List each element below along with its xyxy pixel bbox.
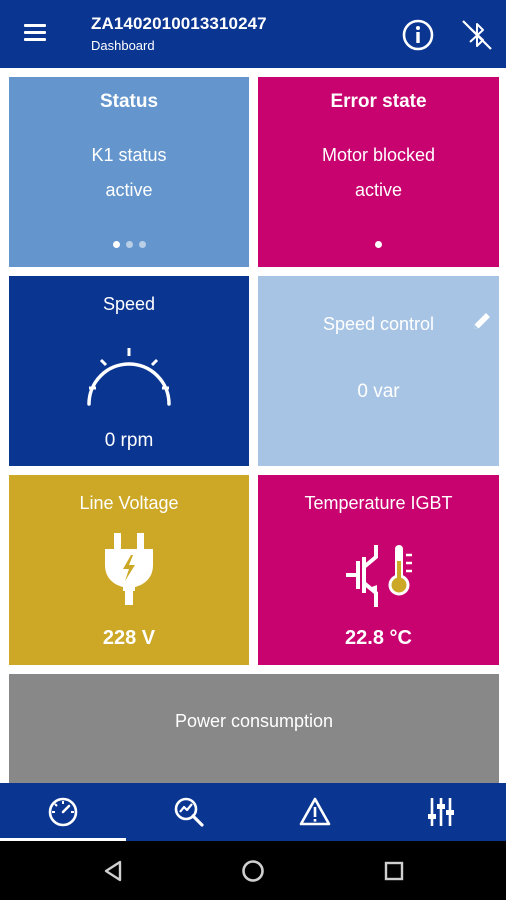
line-voltage-tile[interactable]: Line Voltage 228 V [9,475,249,665]
recents-icon [384,861,404,881]
power-plug-icon [105,533,153,605]
info-icon [402,19,434,51]
title-block: ZA1402010013310247 Dashboard [91,14,267,53]
sliders-icon [428,798,454,826]
nav-analysis[interactable] [126,783,252,841]
recents-button[interactable] [380,857,408,885]
back-button[interactable] [100,857,128,885]
back-icon [104,860,122,882]
power-consumption-title: Power consumption [174,711,334,731]
temperature-igbt-tile[interactable]: Temperature IGBT 22.8 °C [258,475,499,665]
temperature-title: Temperature IGBT [304,493,453,513]
gauge-icon [48,797,78,827]
info-button[interactable] [401,18,435,52]
status-tile[interactable]: Status K1 status active [9,77,249,267]
speed-tile[interactable]: Speed 0 rpm [9,276,249,466]
bluetooth-button[interactable] [458,16,496,54]
power-consumption-tile[interactable]: Power consumption [9,674,499,783]
status-title: Status [99,91,159,112]
speed-control-value: 0 var [357,381,400,402]
status-item-name: K1 status [91,145,167,165]
home-button[interactable] [239,857,267,885]
search-chart-icon [174,797,204,827]
nav-dashboard[interactable] [0,783,126,841]
line-voltage-value: 228 V [102,627,156,649]
speed-control-title: Speed control [322,314,435,334]
error-state-tile[interactable]: Error state Motor blocked active [258,77,499,267]
status-item-value: active [105,180,153,200]
speed-value: 0 rpm [104,430,154,451]
speed-control-tile[interactable]: Speed control 0 var [258,276,499,466]
nav-warnings[interactable] [252,783,378,841]
error-item-name: Motor blocked [321,145,436,165]
system-navigation-bar [0,841,506,900]
error-item-value: active [354,180,403,200]
page-subtitle: Dashboard [91,38,155,53]
home-icon [242,860,264,882]
device-title: ZA1402010013310247 [91,14,267,33]
error-page-indicator [258,241,499,248]
app-bar: ZA1402010013310247 Dashboard [0,0,506,68]
line-voltage-title: Line Voltage [79,493,179,513]
bluetooth-disabled-icon [462,20,492,50]
page-dot [112,241,120,248]
error-title: Error state [330,91,427,112]
menu-icon [18,24,52,41]
page-dot [125,241,133,248]
menu-button[interactable] [18,20,52,48]
speedometer-icon [87,348,171,406]
dashboard-grid: Status K1 status active Error state Moto… [0,68,506,783]
page-dot [138,241,146,248]
warning-icon [299,797,331,826]
temperature-value: 22.8 °C [345,627,412,649]
pencil-icon[interactable] [471,310,493,332]
nav-settings[interactable] [378,783,504,841]
status-page-indicator [9,241,249,248]
bottom-navigation [0,783,506,841]
speed-title: Speed [102,294,156,314]
page-dot [375,241,382,248]
igbt-thermometer-icon [346,545,412,607]
